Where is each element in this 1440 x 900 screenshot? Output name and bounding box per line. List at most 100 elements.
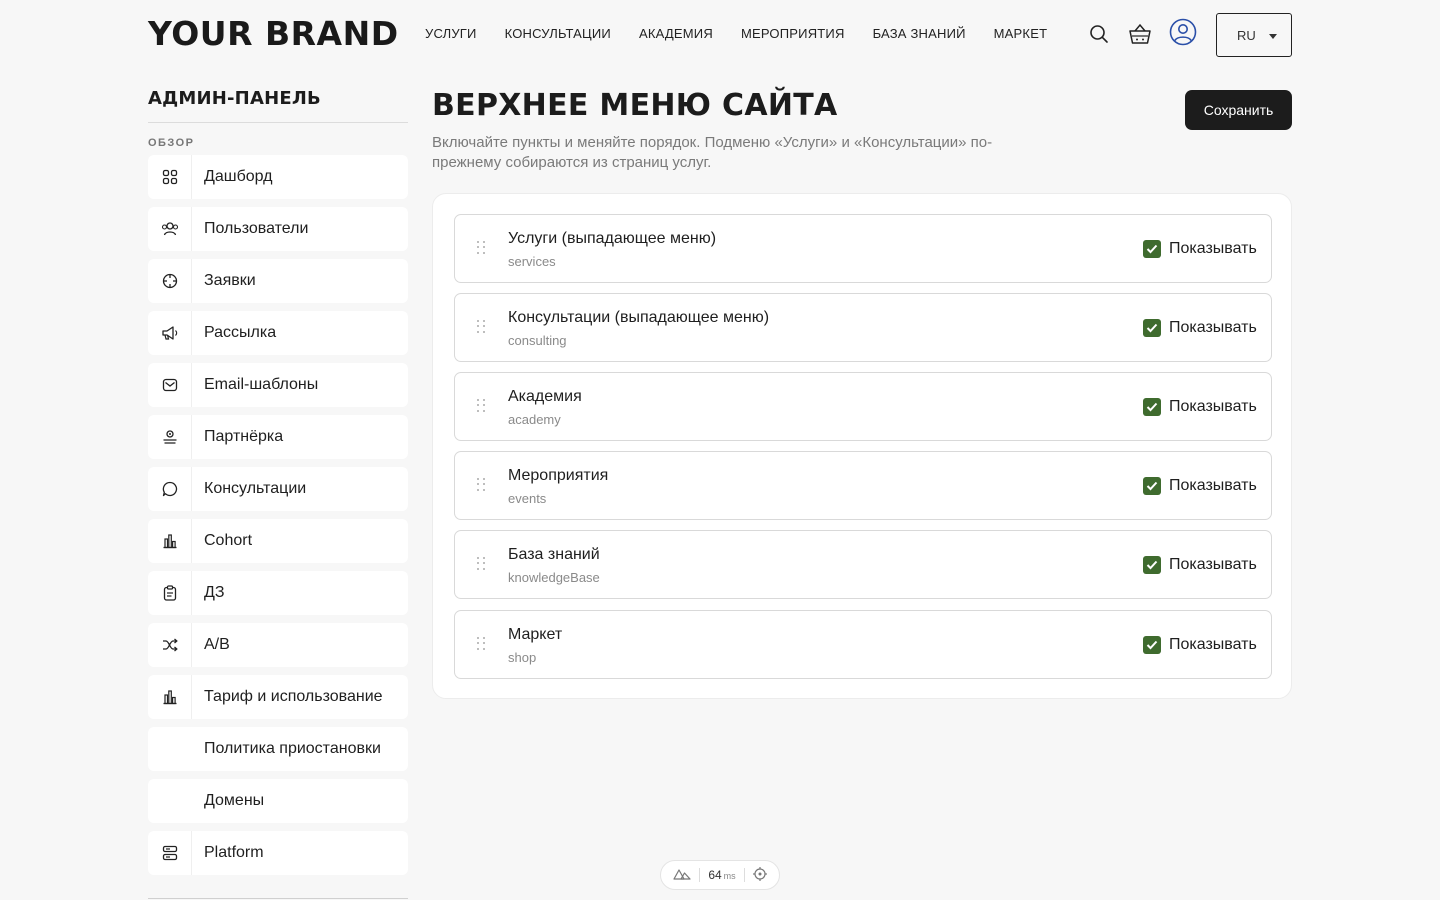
- sidebar-item-newsletter[interactable]: Рассылка: [148, 311, 408, 355]
- search-icon[interactable]: [1085, 20, 1113, 48]
- sidebar-item-platform[interactable]: Platform: [148, 831, 408, 875]
- sidebar-section-label: ОБЗОР: [148, 137, 195, 149]
- check-icon: [1146, 481, 1158, 491]
- nav-item-events[interactable]: МЕРОПРИЯТИЯ: [741, 26, 845, 41]
- nuxt-logo-icon[interactable]: [673, 868, 691, 883]
- language-select[interactable]: RU: [1216, 13, 1292, 57]
- show-checkbox-label[interactable]: Показывать: [1169, 319, 1257, 337]
- blank-icon: [148, 779, 192, 823]
- menu-row-knowledge-base[interactable]: База знаний knowledgeBase Показывать: [454, 530, 1272, 599]
- save-button[interactable]: Сохранить: [1185, 90, 1292, 130]
- sidebar-item-label: Консультации: [204, 480, 307, 497]
- sidebar-item-suspension-policy[interactable]: Политика приостановки: [148, 727, 408, 771]
- show-checkbox[interactable]: [1143, 398, 1161, 416]
- basket-icon[interactable]: [1126, 20, 1154, 48]
- drag-handle-icon[interactable]: [477, 320, 487, 334]
- menu-row-key: services: [508, 254, 556, 269]
- menu-row-key: academy: [508, 412, 561, 427]
- sidebar-item-users[interactable]: Пользователи: [148, 207, 408, 251]
- sidebar-item-cohort[interactable]: Cohort: [148, 519, 408, 563]
- nav-item-consulting[interactable]: КОНСУЛЬТАЦИИ: [505, 26, 611, 41]
- user-icon[interactable]: [1169, 18, 1197, 46]
- check-icon: [1146, 244, 1158, 254]
- sidebar-item-label: Email-шаблоны: [204, 376, 319, 393]
- show-checkbox[interactable]: [1143, 240, 1161, 258]
- show-checkbox-label[interactable]: Показывать: [1169, 398, 1257, 416]
- menu-row-title: Академия: [508, 388, 582, 405]
- devtools-pill[interactable]: 64 ms: [660, 860, 780, 890]
- sidebar-item-label: Platform: [204, 844, 264, 861]
- sidebar-item-label: Заявки: [204, 272, 256, 289]
- menu-row-title: Услуги (выпадающее меню): [508, 230, 717, 247]
- drag-handle-icon[interactable]: [477, 478, 487, 492]
- partner-icon: [148, 415, 192, 459]
- show-checkbox[interactable]: [1143, 477, 1161, 495]
- nav-item-academy[interactable]: АКАДЕМИЯ: [639, 26, 713, 41]
- nav-item-market[interactable]: МАРКЕТ: [994, 26, 1048, 41]
- show-checkbox-label[interactable]: Показывать: [1169, 556, 1257, 574]
- menu-row-title: Консультации (выпадающее меню): [508, 309, 770, 326]
- render-timing: 64 ms: [708, 868, 735, 882]
- sidebar-item-label: ДЗ: [204, 584, 225, 601]
- chevron-down-icon: [1269, 34, 1277, 39]
- menu-row-services[interactable]: Услуги (выпадающее меню) services Показы…: [454, 214, 1272, 283]
- menu-row-events[interactable]: Мероприятия events Показывать: [454, 451, 1272, 520]
- drag-handle-icon[interactable]: [477, 399, 487, 413]
- sidebar-item-label: Дашборд: [204, 168, 273, 185]
- sidebar-item-label: Рассылка: [204, 324, 277, 341]
- divider: [699, 868, 701, 882]
- drag-handle-icon[interactable]: [477, 241, 487, 255]
- sidebar-item-label: Пользователи: [204, 220, 309, 237]
- sidebar-item-homework[interactable]: ДЗ: [148, 571, 408, 615]
- bar-chart-icon: [148, 675, 192, 719]
- drag-handle-icon[interactable]: [477, 637, 487, 651]
- menu-row-title: Мероприятия: [508, 467, 609, 484]
- menu-row-shop[interactable]: Маркет shop Показывать: [454, 610, 1272, 679]
- menu-row-key: shop: [508, 650, 537, 665]
- sidebar-item-consultations[interactable]: Консультации: [148, 467, 408, 511]
- chat-icon: [148, 467, 192, 511]
- sidebar-item-dashboard[interactable]: Дашборд: [148, 155, 408, 199]
- brand-logo[interactable]: YOUR BRAND: [148, 14, 399, 53]
- sidebar-divider: [148, 898, 408, 899]
- show-checkbox[interactable]: [1143, 556, 1161, 574]
- show-checkbox-label[interactable]: Показывать: [1169, 240, 1257, 258]
- check-icon: [1146, 402, 1158, 412]
- sidebar-item-ab[interactable]: A/B: [148, 623, 408, 667]
- inspect-target-icon[interactable]: [752, 866, 767, 884]
- site-header: YOUR BRAND УСЛУГИ КОНСУЛЬТАЦИИ АКАДЕМИЯ …: [0, 0, 1440, 70]
- blank-icon: [148, 727, 192, 771]
- check-icon: [1146, 560, 1158, 570]
- sidebar-item-label: Политика приостановки: [204, 740, 381, 757]
- dashboard-icon: [148, 155, 192, 199]
- drag-handle-icon[interactable]: [477, 557, 487, 571]
- sidebar-item-requests[interactable]: Заявки: [148, 259, 408, 303]
- show-checkbox-label[interactable]: Показывать: [1169, 477, 1257, 495]
- sidebar-item-label: Домены: [204, 792, 265, 809]
- show-checkbox[interactable]: [1143, 319, 1161, 337]
- sidebar-item-label: A/B: [204, 636, 230, 653]
- top-nav: УСЛУГИ КОНСУЛЬТАЦИИ АКАДЕМИЯ МЕРОПРИЯТИЯ…: [425, 26, 1047, 41]
- sidebar-item-plan-usage[interactable]: Тариф и использование: [148, 675, 408, 719]
- language-value: RU: [1237, 27, 1256, 43]
- menu-row-consulting[interactable]: Консультации (выпадающее меню) consultin…: [454, 293, 1272, 362]
- target-icon: [148, 259, 192, 303]
- shuffle-icon: [148, 623, 192, 667]
- show-checkbox-label[interactable]: Показывать: [1169, 636, 1257, 654]
- check-icon: [1146, 640, 1158, 650]
- sidebar-item-email-templates[interactable]: Email-шаблоны: [148, 363, 408, 407]
- sidebar-item-label: Партнёрка: [204, 428, 284, 445]
- page-description: Включайте пункты и меняйте порядок. Подм…: [432, 134, 993, 171]
- nav-item-services[interactable]: УСЛУГИ: [425, 26, 477, 41]
- sidebar-item-affiliate[interactable]: Партнёрка: [148, 415, 408, 459]
- timing-unit: ms: [723, 871, 736, 881]
- menu-row-key: consulting: [508, 333, 567, 348]
- menu-row-title: База знаний: [508, 546, 600, 563]
- menu-row-academy[interactable]: Академия academy Показывать: [454, 372, 1272, 441]
- nav-item-knowledge-base[interactable]: БАЗА ЗНАНИЙ: [873, 26, 966, 41]
- sidebar-list: Дашборд Пользователи Заявки Рассылка Ema: [148, 155, 408, 875]
- sidebar-item-label: Cohort: [204, 532, 253, 549]
- sidebar-item-domains[interactable]: Домены: [148, 779, 408, 823]
- show-checkbox[interactable]: [1143, 636, 1161, 654]
- sidebar-title: АДМИН-ПАНЕЛЬ: [148, 88, 408, 123]
